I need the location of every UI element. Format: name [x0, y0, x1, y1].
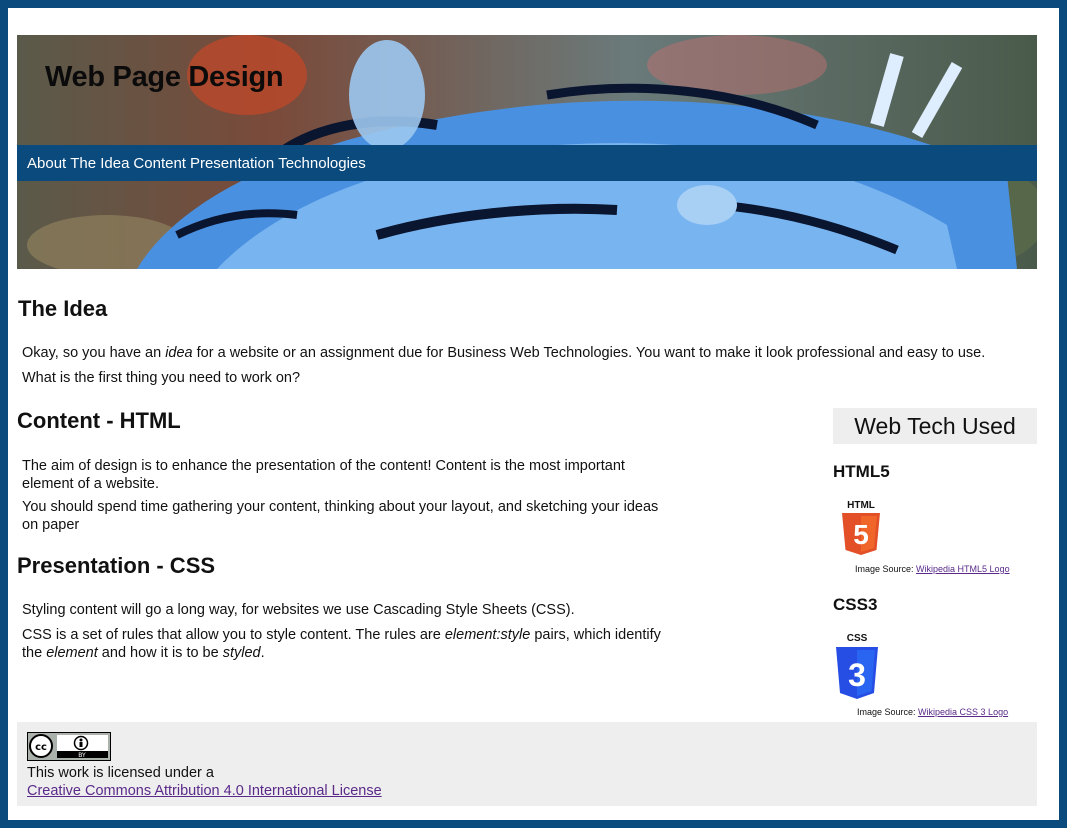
- html5-source-label: Image Source:: [855, 564, 917, 574]
- css3-logo-icon: CSS 3: [836, 633, 878, 699]
- cc-badge-label: cc: [35, 742, 47, 753]
- css3-logo-word: CSS: [847, 633, 868, 644]
- css3-image-source: Image Source: Wikipedia CSS 3 Logo: [857, 707, 1008, 717]
- nav-item-presentation[interactable]: Presentation: [190, 155, 274, 172]
- presentation-text: .: [260, 645, 265, 661]
- presentation-text: CSS is a set of rules that allow you to …: [22, 627, 445, 643]
- nav-item-the-idea[interactable]: The Idea: [70, 155, 129, 172]
- creative-commons-by-badge-icon[interactable]: cc BY: [27, 732, 111, 761]
- css3-title: CSS3: [833, 595, 878, 614]
- nav-item-content[interactable]: Content: [133, 155, 186, 172]
- nav-item-technologies[interactable]: Technologies: [278, 155, 366, 172]
- idea-paragraph-1: Okay, so you have an idea for a website …: [22, 344, 1037, 362]
- license-text: This work is licensed under a: [27, 765, 214, 781]
- css3-source-label: Image Source:: [857, 707, 919, 717]
- idea-paragraph-2: What is the first thing you need to work…: [22, 370, 301, 386]
- presentation-emphasis: element: [46, 645, 98, 661]
- idea-text: for a website or an assignment due for B…: [192, 345, 986, 361]
- presentation-emphasis: element:style: [444, 627, 531, 643]
- idea-text: Okay, so you have an: [22, 345, 166, 361]
- main-navigation: About The Idea Content Presentation Tech…: [17, 145, 1037, 181]
- css3-logo-digit: 3: [848, 657, 866, 693]
- sidebar-heading: Web Tech Used: [833, 408, 1037, 444]
- html5-source-link[interactable]: Wikipedia HTML5 Logo: [916, 564, 1010, 574]
- presentation-text: and how it is to be: [97, 645, 223, 661]
- presentation-emphasis: styled: [222, 645, 261, 661]
- content-paragraph-1: The aim of design is to enhance the pres…: [22, 458, 625, 492]
- license-link[interactable]: Creative Commons Attribution 4.0 Interna…: [27, 783, 382, 799]
- html5-logo-icon: HTML 5: [842, 500, 880, 555]
- content-heading: Content - HTML: [17, 408, 181, 433]
- header-banner: Web Page Design About The Idea Content P…: [17, 35, 1037, 269]
- css3-source-link[interactable]: Wikipedia CSS 3 Logo: [918, 707, 1008, 717]
- content-paragraph-2: You should spend time gathering your con…: [22, 499, 659, 533]
- html5-image-source: Image Source: Wikipedia HTML5 Logo: [855, 564, 1010, 574]
- nav-item-about[interactable]: About: [27, 155, 66, 172]
- page-container: Web Page Design About The Idea Content P…: [17, 35, 1037, 806]
- presentation-heading: Presentation - CSS: [17, 553, 216, 578]
- footer: cc BY This work is licensed under a Crea…: [17, 722, 1037, 806]
- html5-logo-digit: 5: [853, 519, 869, 550]
- site-title: Web Page Design: [45, 61, 284, 93]
- idea-emphasis: idea: [165, 345, 193, 361]
- presentation-paragraph-2: CSS is a set of rules that allow you to …: [22, 626, 672, 662]
- html5-logo-word: HTML: [847, 500, 875, 511]
- by-badge-label: BY: [78, 752, 86, 759]
- html5-title: HTML5: [833, 462, 890, 481]
- idea-heading: The Idea: [18, 296, 108, 321]
- presentation-paragraph-1: Styling content will go a long way, for …: [22, 602, 575, 618]
